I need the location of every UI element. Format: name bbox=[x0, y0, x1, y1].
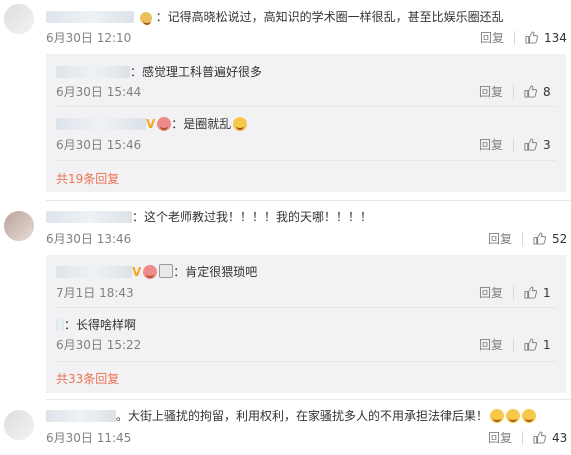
divider bbox=[46, 399, 571, 400]
comment-feed: ：记得高晓松说过，高知识的学术圈一样很乱，甚至比娱乐圈还乱 6月30日 12:1… bbox=[0, 0, 571, 455]
divider bbox=[46, 200, 571, 201]
more-replies-link[interactable]: 共19条回复 bbox=[56, 171, 119, 187]
reply-timestamp: 7月1日 18:43 bbox=[56, 286, 134, 300]
blurred-username[interactable] bbox=[56, 266, 132, 278]
v-badge-icon: V bbox=[146, 117, 156, 131]
like-count: 52 bbox=[552, 232, 568, 246]
comment-timestamp: 6月30日 11:45 bbox=[46, 431, 132, 445]
reply-button[interactable]: 回复 bbox=[488, 232, 512, 246]
thumbs-up-icon[interactable] bbox=[525, 31, 539, 44]
reply-button[interactable]: 回复 bbox=[479, 286, 503, 300]
comment-timestamp: 6月30日 13:46 bbox=[46, 232, 132, 246]
comment-text: ：这个老师教过我！！！！我的天哪！！！！ bbox=[132, 210, 373, 224]
blurred-username[interactable] bbox=[46, 11, 134, 23]
fan-badge-icon bbox=[157, 117, 172, 131]
member-badge-icon bbox=[139, 12, 152, 25]
more-replies-link[interactable]: 共33条回复 bbox=[56, 371, 119, 387]
comment-actions: 回复 43 bbox=[488, 430, 567, 446]
reply-row: ：感觉理工科普遍好很多 bbox=[56, 64, 262, 80]
blurred-username[interactable] bbox=[56, 118, 146, 130]
comment-text: ：记得高晓松说过，高知识的学术圈一样很乱，甚至比娱乐圈还乱 bbox=[155, 10, 504, 24]
reply-text: ：感觉理工科普遍好很多 bbox=[130, 65, 263, 79]
divider bbox=[56, 307, 556, 308]
v-badge-icon: V bbox=[132, 265, 142, 279]
smile-emoji-icon bbox=[490, 409, 505, 423]
reply-text: ：是圈就乱 bbox=[171, 117, 232, 131]
comment-actions: 回复 52 bbox=[488, 231, 567, 247]
avatar[interactable] bbox=[4, 410, 34, 440]
divider bbox=[56, 361, 556, 362]
panda-icon bbox=[159, 264, 174, 278]
reply-actions: 回复 3 bbox=[479, 137, 551, 153]
divider bbox=[513, 85, 515, 99]
smile-emoji-icon bbox=[233, 117, 248, 131]
thumbs-up-icon[interactable] bbox=[533, 431, 547, 444]
reply-timestamp: 6月30日 15:22 bbox=[56, 338, 142, 352]
like-count: 43 bbox=[552, 431, 568, 445]
reply-button[interactable]: 回复 bbox=[479, 85, 503, 99]
reply-timestamp: 6月30日 15:46 bbox=[56, 138, 142, 152]
divider bbox=[513, 338, 515, 352]
like-count: 134 bbox=[544, 31, 567, 45]
like-count: 8 bbox=[543, 85, 551, 99]
divider bbox=[56, 160, 556, 161]
reply-button[interactable]: 回复 bbox=[480, 31, 504, 45]
blurred-username[interactable] bbox=[46, 211, 132, 223]
avatar[interactable] bbox=[4, 211, 34, 241]
divider bbox=[522, 431, 524, 445]
divider bbox=[513, 286, 515, 300]
reply-button[interactable]: 回复 bbox=[479, 338, 503, 352]
thumbs-up-icon[interactable] bbox=[524, 138, 538, 151]
blurred-username[interactable] bbox=[56, 66, 130, 78]
reply-text: ：长得啥样啊 bbox=[64, 318, 137, 332]
divider bbox=[513, 138, 515, 152]
thumbs-up-icon[interactable] bbox=[524, 338, 538, 351]
smile-emoji-icon bbox=[522, 409, 537, 423]
reply-actions: 回复 1 bbox=[479, 337, 551, 353]
comment-row: ：记得高晓松说过，高知识的学术圈一样很乱，甚至比娱乐圈还乱 bbox=[46, 9, 504, 25]
comment-row: ：这个老师教过我！！！！我的天哪！！！！ bbox=[46, 209, 372, 225]
thumbs-up-icon[interactable] bbox=[533, 232, 547, 245]
like-count: 1 bbox=[543, 286, 551, 300]
reply-text: ：肯定很猥琐吧 bbox=[173, 265, 258, 279]
thumbs-up-icon[interactable] bbox=[524, 85, 538, 98]
avatar[interactable] bbox=[4, 4, 34, 34]
reply-row: ：长得啥样啊 bbox=[56, 317, 136, 333]
divider bbox=[514, 31, 516, 45]
reply-row: V ：是圈就乱 bbox=[56, 116, 248, 132]
blurred-username[interactable] bbox=[56, 319, 64, 331]
divider bbox=[522, 232, 524, 246]
like-count: 1 bbox=[543, 338, 551, 352]
smile-emoji-icon bbox=[506, 409, 521, 423]
thumbs-up-icon[interactable] bbox=[524, 286, 538, 299]
fan-badge-icon bbox=[143, 265, 158, 279]
comment-timestamp: 6月30日 12:10 bbox=[46, 31, 132, 45]
blurred-username[interactable] bbox=[46, 410, 116, 422]
reply-actions: 回复 8 bbox=[479, 84, 551, 100]
comment-row: 。大街上骚扰的拘留，利用权利，在家骚扰多人的不用承担法律后果！ bbox=[46, 408, 537, 424]
comment-actions: 回复 134 bbox=[480, 30, 567, 46]
reply-row: V ：肯定很猥琐吧 bbox=[56, 264, 257, 280]
reply-timestamp: 6月30日 15:44 bbox=[56, 85, 142, 99]
comment-text: 。大街上骚扰的拘留，利用权利，在家骚扰多人的不用承担法律后果！ bbox=[116, 409, 489, 423]
reply-button[interactable]: 回复 bbox=[479, 138, 503, 152]
reply-button[interactable]: 回复 bbox=[488, 431, 512, 445]
like-count: 3 bbox=[543, 138, 551, 152]
divider bbox=[56, 106, 556, 107]
reply-actions: 回复 1 bbox=[479, 285, 551, 301]
